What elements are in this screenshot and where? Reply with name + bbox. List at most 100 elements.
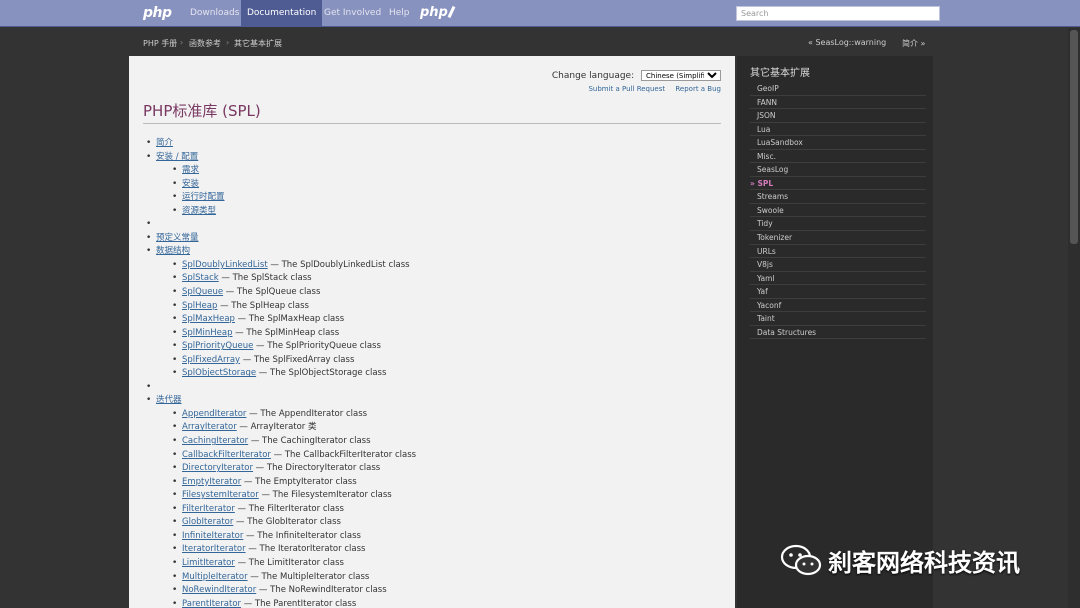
toc-sublink[interactable]: SplQueue [182,287,223,297]
toc-link-constants[interactable]: 预定义常量 [156,233,199,243]
toc-sublink[interactable]: InfiniteIterator [182,531,243,541]
php-logo[interactable]: php [143,5,172,21]
toc-sublink[interactable]: SplMaxHeap [182,314,235,324]
language-select[interactable]: Chinese (Simplified) [641,70,721,81]
sidebar-item[interactable]: Streams [750,190,926,204]
list-item: FilterIterator — The FilterIterator clas… [156,503,721,517]
pen-icon [447,5,456,19]
toc-sublink[interactable]: EmptyIterator [182,477,241,487]
sidebar-item[interactable]: Yaf [750,285,926,299]
scrollbar-thumb[interactable] [1070,30,1078,244]
php8-logo-text: php [420,5,448,20]
sidebar-item[interactable]: Lua [750,123,926,137]
toc-sublink[interactable]: SplObjectStorage [182,368,256,378]
top-navbar: php Downloads Documentation Get Involved… [0,0,1080,27]
toc-sublink[interactable]: CallbackFilterIterator [182,450,271,460]
next-page-link[interactable]: 简介 » [902,38,925,49]
toc-link-setup[interactable]: 安装 / 配置 [156,152,198,162]
nav-downloads[interactable]: Downloads [184,0,245,27]
submit-pull-request-link[interactable]: Submit a Pull Request [588,85,665,93]
list-item: SplObjectStorage — The SplObjectStorage … [156,367,721,381]
sidebar-item[interactable]: URLs [750,245,926,259]
toc-sublink[interactable]: FilesystemIterator [182,490,259,500]
sidebar-list: GeoIP FANN JSON Lua LuaSandbox Misc. SeasLog» … [750,82,926,340]
toc-description: — The FilterIterator class [234,503,344,514]
list-item: InfiniteIterator — The InfiniteIterator … [156,530,721,544]
toc-sublink[interactable]: SplStack [182,273,219,283]
toc-link-iterators[interactable]: 迭代器 [156,395,182,405]
sidebar-item[interactable]: Data Structures [750,326,926,340]
sidebar-item[interactable]: JSON [750,109,926,123]
breadcrumb-other-ext[interactable]: 其它基本扩展 [234,38,282,49]
toc-sublink[interactable]: SplDoublyLinkedList [182,260,268,270]
toc-sublink[interactable]: IteratorIterator [182,544,246,554]
breadcrumb-manual[interactable]: PHP 手册 [143,38,177,49]
toc-sublink[interactable]: MultipleIterator [182,572,248,582]
sidebar-item[interactable]: SeasLog [750,163,926,177]
list-item: FilesystemIterator — The FilesystemItera… [156,489,721,503]
wechat-icon [780,544,822,576]
sidebar-item[interactable]: Taint [750,312,926,326]
prev-page-link[interactable]: « SeasLog::warning [808,38,886,47]
list-item: SplFixedArray — The SplFixedArray class [156,354,721,368]
sidebar-item[interactable]: GeoIP [750,82,926,96]
change-language: Change language: Chinese (Simplified) [552,70,721,81]
nav-help[interactable]: Help [383,0,416,27]
toc-sublink[interactable]: LimitIterator [182,558,235,568]
toc-sublink[interactable]: 需求 [182,165,199,175]
sidebar-item[interactable]: » SPL [750,177,926,191]
sidebar-item[interactable]: Tidy [750,217,926,232]
toc-sublink[interactable]: SplHeap [182,301,217,311]
list-item: SplDoublyLinkedList — The SplDoublyLinke… [156,259,721,273]
toc-description: — The InfiniteIterator class [243,530,361,541]
php8-logo[interactable]: php [420,5,456,20]
sidebar-item[interactable]: Misc. [750,150,926,164]
toc-sublink[interactable]: 资源类型 [182,206,216,216]
toc-sublink[interactable]: FilterIterator [182,504,235,514]
toc-sublink[interactable]: DirectoryIterator [182,463,253,473]
list-item: MultipleIterator — The MultipleIterator … [156,571,721,585]
report-bug-link[interactable]: Report a Bug [675,85,721,93]
toc-description: — The MultipleIterator class [247,571,370,582]
list-item: AppendIterator — The AppendIterator clas… [156,408,721,422]
toc-link-datastructures[interactable]: 数据结构 [156,246,190,256]
list-item: LimitIterator — The LimitIterator class [156,557,721,571]
search-input[interactable]: Search [736,6,940,21]
toc-sublink[interactable]: SplMinHeap [182,328,232,338]
list-item: ArrayIterator — ArrayIterator 类 [156,421,721,435]
toc-sublink[interactable]: NoRewindIterator [182,585,256,595]
sidebar-item[interactable]: Swoole [750,204,926,218]
toc-sublink[interactable]: 运行时配置 [182,192,225,202]
watermark-text: 刹客网络科技资讯 [828,548,1020,577]
setup-sublist: 需求安装运行时配置资源类型 [156,164,721,218]
toc-description: — The CallbackFilterIterator class [270,449,417,460]
toc-sublink[interactable]: ArrayIterator [182,422,237,432]
sidebar-item[interactable]: FANN [750,96,926,110]
list-item: SplMinHeap — The SplMinHeap class [156,327,721,341]
sidebar: 其它基本扩展 GeoIP FANN JSON Lua LuaSandbox Misc. Se… [737,56,933,608]
toc-link-intro[interactable]: 简介 [156,138,173,148]
chevron-right-icon: › [226,38,230,47]
toc-sublink[interactable]: CachingIterator [182,436,248,446]
list-item: 资源类型 [156,205,721,219]
sidebar-item[interactable]: Yaconf [750,299,926,313]
toc-sublink[interactable]: AppendIterator [182,409,246,419]
breadcrumb-function-ref[interactable]: 函数参考 [189,38,221,49]
toc-sublink[interactable]: 安装 [182,179,199,189]
toc-description: — The SplStack class [218,273,312,284]
toc-sublink[interactable]: GlobIterator [182,517,233,527]
sidebar-item[interactable]: LuaSandbox [750,136,926,150]
toc-sublink[interactable]: ParentIterator [182,599,241,608]
sidebar-item[interactable]: V8js [750,258,926,272]
sidebar-item[interactable]: Tokenizer [750,231,926,245]
list-item: NoRewindIterator — The NoRewindIterator … [156,584,721,598]
main-content: Change language: Chinese (Simplified) Su… [129,56,735,608]
sidebar-item[interactable]: Yaml [750,272,926,286]
toc-sublink[interactable]: SplFixedArray [182,355,240,365]
title-divider [143,123,721,124]
nav-get-involved[interactable]: Get Involved [318,0,387,27]
nav-documentation[interactable]: Documentation [241,0,323,27]
toc-sublink[interactable]: SplPriorityQueue [182,341,253,351]
toc-description: — The DirectoryIterator class [252,463,381,474]
list-item: ParentIterator — The ParentIterator clas… [156,598,721,608]
